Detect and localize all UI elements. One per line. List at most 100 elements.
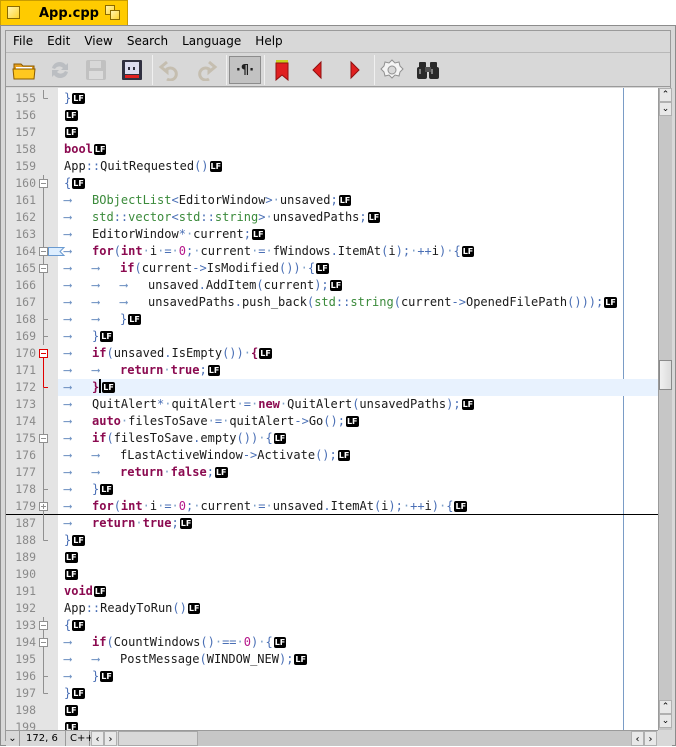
tab-marker: ⟶ [92,363,100,377]
code-line[interactable]: 198 LF [6,702,658,719]
code-line[interactable]: 179 ⟶ for(int·i·=·0;·current·=·unsaved.Ite… [6,498,658,515]
hscroll-left-button[interactable]: ‹ [631,731,644,746]
code-token: App [64,159,86,173]
code-text: } LF [64,685,85,702]
undo-button[interactable] [156,56,184,84]
code-line[interactable]: 163 ⟶ EditorWindow*·current; LF [6,226,658,243]
code-token: · [236,635,244,649]
code-line[interactable]: 190 LF [6,566,658,583]
fold-collapse-icon[interactable] [38,634,50,651]
code-line[interactable]: 195 ⟶ ⟶ PostMessage(WINDOW_NEW); LF [6,651,658,668]
code-token: :: [200,210,215,224]
code-line[interactable]: 156 LF [6,107,658,124]
eol-marker: LF [214,467,228,478]
save-as-button[interactable] [118,56,146,84]
code-line[interactable]: 188} LF [6,532,658,549]
code-line[interactable]: 170 ⟶ if(unsaved.IsEmpty())·{LF [6,345,658,362]
code-editor[interactable]: 155} LF 156 LF 157 LF 158 bool LF 159 App::QuitReq… [6,88,658,730]
code-token: ) [431,499,440,513]
settings-button[interactable] [378,56,406,84]
code-line[interactable]: 175 ⟶ if(filesToSave.empty())·{LF [6,430,658,447]
fold-expand-icon[interactable] [38,498,50,515]
fold-collapse-icon[interactable] [38,345,50,362]
code-line[interactable]: 165 ⟶ ⟶ if(current->IsModified())·{LF [6,260,658,277]
code-line[interactable]: 189 LF [6,549,658,566]
menu-edit[interactable]: Edit [40,31,77,52]
fold-collapse-icon[interactable] [38,260,50,277]
code-line[interactable]: 192 App::ReadyToRun() LF [6,600,658,617]
code-text: ⟶ if(filesToSave.empty())·{LF [64,430,287,447]
resize-grip[interactable] [658,730,672,746]
redo-button[interactable] [192,56,220,84]
menu-search[interactable]: Search [120,31,175,52]
vertical-scrollbar[interactable]: ⌃ ⌄ ⌃ ⌄ [658,88,672,730]
code-line[interactable]: 160 {LF [6,175,658,192]
code-line[interactable]: 173 ⟶ QuitAlert*·quitAlert·=·new·QuitAlert… [6,396,658,413]
code-token: ); [395,244,411,258]
binoculars-icon [417,62,439,79]
scroll-right-button[interactable]: › [104,731,117,746]
next-bookmark-button[interactable] [340,56,368,84]
code-line[interactable]: 187 ⟶ return·true; LF [6,515,658,532]
previous-bookmark-button[interactable] [304,56,332,84]
eol-marker: LF [65,552,78,563]
cursor-position[interactable]: 172, 6 [22,731,66,746]
code-line[interactable]: 169 ⟶} LF [6,328,658,345]
close-window-icon[interactable] [7,6,20,19]
code-line[interactable]: 172 ⟶} LF [6,379,658,396]
code-text: ⟶ ⟶ ⟶ unsavedPaths.push_back(std::string(cu… [64,294,617,311]
code-line[interactable]: 197} LF [6,685,658,702]
hscroll-right-button[interactable]: › [644,731,657,746]
fold-collapse-icon[interactable] [38,175,50,192]
code-line[interactable]: 199 LF [6,719,658,730]
code-line[interactable]: 177 ⟶ ⟶ return·false; LF [6,464,658,481]
code-line[interactable]: 157 LF [6,124,658,141]
scroll-left-button[interactable]: ‹ [91,731,104,746]
line-number: 164 [15,244,36,258]
save-button[interactable] [82,56,110,84]
code-line[interactable]: 176 ⟶ ⟶ fLastActiveWindow->Activate(); LF [6,447,658,464]
code-line[interactable]: 166 ⟶ ⟶ ⟶ unsaved.AddItem(current); LF [6,277,658,294]
menu-help[interactable]: Help [248,31,289,52]
fold-collapse-icon[interactable] [38,617,50,634]
code-line[interactable]: 178 ⟶} LF [6,481,658,498]
find-button[interactable] [414,56,442,84]
code-line[interactable]: 193 {LF [6,617,658,634]
code-line[interactable]: 168 ⟶ ⟶} LF [6,311,658,328]
code-line[interactable]: 196 ⟶} LF [6,668,658,685]
eol-marker: LF [65,110,78,121]
scroll-thumb[interactable] [659,359,672,390]
code-line[interactable]: 194 ⟶ if(CountWindows()·==·0)·{LF [6,634,658,651]
open-button[interactable] [10,56,38,84]
code-line[interactable]: 191 void LF [6,583,658,600]
code-line[interactable]: 155} LF [6,90,658,107]
scroll-up-button-bottom[interactable]: ⌃ [659,700,672,714]
code-line[interactable]: 159 App::QuitRequested() LF [6,158,658,175]
code-line[interactable]: 171 ⟶ ⟶ return·true; LF [6,362,658,379]
code-line[interactable]: 158 bool LF [6,141,658,158]
code-line[interactable]: 161 ⟶ BObjectList<EditorWindow>·unsaved; LF [6,192,658,209]
horizontal-scrollbar[interactable] [198,731,638,746]
line-number: 178 [15,482,36,496]
scroll-up-button[interactable]: ⌃ [659,88,672,102]
menu-file[interactable]: File [6,31,40,52]
code-line[interactable]: 167 ⟶ ⟶ ⟶ unsavedPaths.push_back (std::string… [6,294,658,311]
scroll-down-button[interactable]: ⌄ [659,102,672,116]
show-whitespace-button[interactable]: ·¶· [229,56,261,84]
scroll-down-button-bottom[interactable]: ⌄ [659,714,672,728]
zoom-window-icon[interactable] [105,5,121,20]
window-tab[interactable]: App.cpp [0,0,128,26]
horizontal-scroll-thumb[interactable] [118,731,198,746]
code-token: i [424,499,432,513]
undo-icon [158,60,178,81]
language-indicator[interactable]: C++ [68,731,94,746]
bookmark-button[interactable] [268,56,296,84]
status-menu-button[interactable]: ⌄ [6,731,20,746]
menu-view[interactable]: View [77,31,119,52]
fold-collapse-icon[interactable] [38,430,50,447]
code-line[interactable]: 162 ⟶ std::vector<std::string>·unsavedPath… [6,209,658,226]
reload-button[interactable] [46,56,74,84]
code-line[interactable]: 164 ⟶ for(int·i·=·0;·current·=·fWindows.It… [6,243,658,260]
menu-language[interactable]: Language [175,31,248,52]
code-line[interactable]: 174 ⟶ auto·filesToSave·=·quitAlert->Go(); L… [6,413,658,430]
